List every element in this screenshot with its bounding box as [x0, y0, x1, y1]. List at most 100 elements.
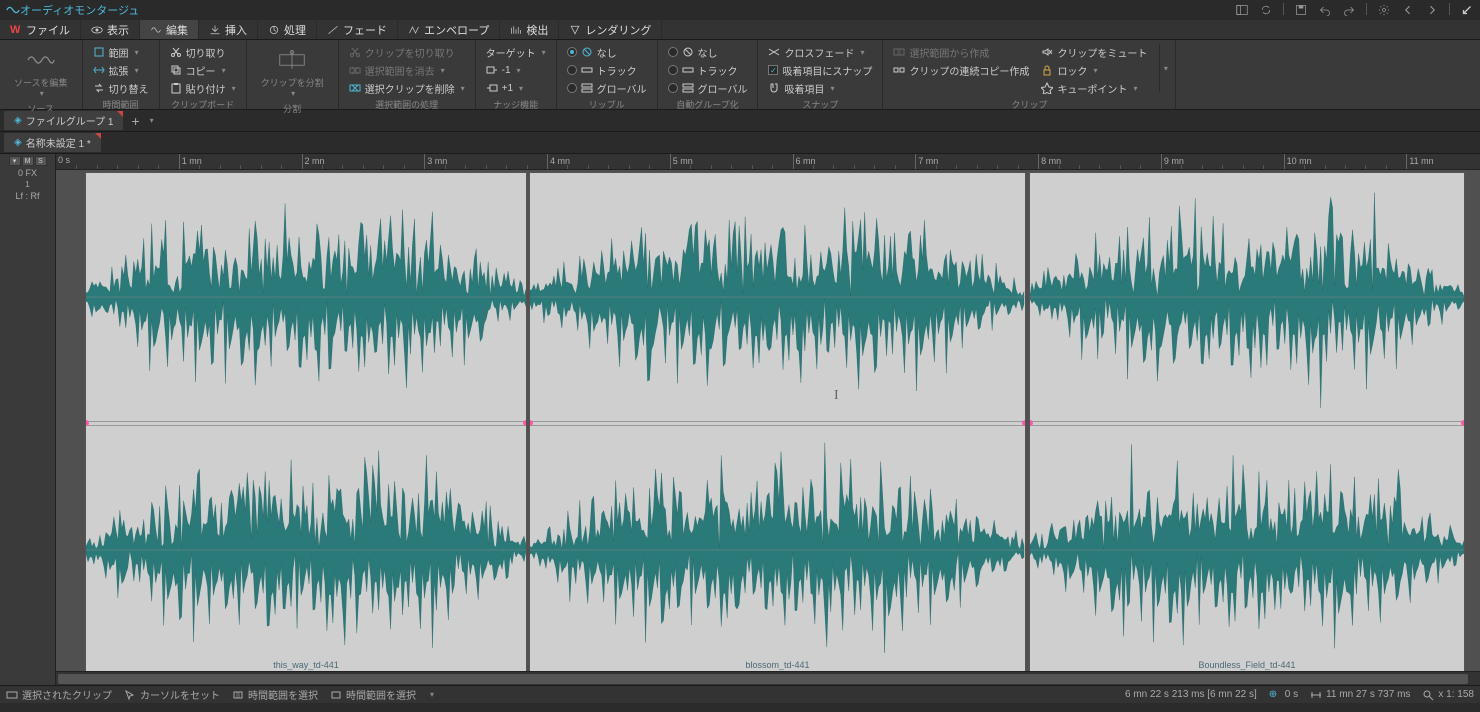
snap-magnets-check[interactable]: ✓吸着項目にスナップ	[764, 62, 876, 78]
scissors-icon	[349, 46, 361, 58]
edit-source-button[interactable]: ソースを編集 ▾	[6, 44, 76, 100]
nudge-right-icon	[486, 82, 498, 94]
audio-clip[interactable]: blossom_td-441	[529, 172, 1026, 673]
ripple-global-radio[interactable]: グローバル	[563, 80, 651, 96]
extend-button[interactable]: 拡張▾	[89, 62, 153, 78]
paste-button[interactable]: 貼り付け▾	[166, 80, 240, 96]
status-cursor: カーソルをセット	[124, 687, 220, 702]
window-title: オーディオモンタージュ	[20, 2, 1235, 18]
crossfade-button[interactable]: クロスフェード▾	[764, 44, 876, 60]
nudge-minus-button[interactable]: -1▾	[482, 62, 550, 78]
status-dropdown[interactable]: ▾	[428, 690, 434, 699]
position-icon: ⊕	[1269, 689, 1281, 701]
montage-icon: ◈	[14, 115, 22, 126]
track-icon	[581, 64, 593, 76]
delete-sel-clip-button[interactable]: 選択クリップを削除▾	[345, 80, 469, 96]
ripple-track-radio[interactable]: トラック	[563, 62, 651, 78]
radio-icon	[567, 83, 577, 93]
magnet-icon	[768, 82, 780, 94]
filegroup-tabs: ◈ ファイルグループ 1 + ▾	[0, 110, 1480, 132]
filegroup-tab[interactable]: ◈ ファイルグループ 1	[4, 111, 123, 130]
menu-file[interactable]: Wファイル	[0, 20, 81, 39]
split-clip-button[interactable]: クリップを分割 ▾	[253, 44, 332, 100]
hscroll-thumb[interactable]	[58, 674, 1468, 684]
chain-copy-button[interactable]: クリップの連続コピー作成	[889, 62, 1033, 78]
magnets-button[interactable]: 吸着項目▾	[764, 80, 876, 96]
filegroup-dropdown[interactable]: ▾	[150, 116, 154, 125]
statusbar: 選択されたクリップ カーソルをセット 時間範囲を選択 時間範囲を選択 ▾ 6 m…	[0, 685, 1480, 703]
wave-icon	[27, 46, 55, 74]
extend-icon	[93, 64, 105, 76]
menu-insert[interactable]: 挿入	[199, 20, 258, 39]
range-button[interactable]: 範囲▾	[89, 44, 153, 60]
ruler-start: 0 s	[58, 155, 70, 165]
add-filegroup-button[interactable]: +	[127, 113, 143, 129]
layout-icon[interactable]	[1235, 3, 1249, 17]
ruler[interactable]: 0 s 1 mn2 mn3 mn4 mn5 mn6 mn7 mn8 mn9 mn…	[56, 154, 1480, 170]
menu-envelope[interactable]: エンベロープ	[398, 20, 500, 39]
fade-icon	[327, 24, 339, 36]
menu-view[interactable]: 表示	[81, 20, 140, 39]
ripple-none-radio[interactable]: なし	[563, 44, 651, 60]
undo-icon[interactable]	[1318, 3, 1332, 17]
cuepoint-button[interactable]: キューポイント▾	[1037, 80, 1151, 96]
solo-button[interactable]: S	[35, 156, 47, 166]
cut-clip-button: クリップを切り取り	[345, 44, 469, 60]
autogroup-global-radio[interactable]: グローバル	[664, 80, 752, 96]
group-label-nudge: ナッジ機能	[482, 96, 550, 113]
modified-indicator	[95, 133, 101, 139]
menu-edit[interactable]: 編集	[140, 20, 199, 39]
ag-none-icon	[682, 46, 694, 58]
tracks[interactable]: this_way_td-441blossom_td-441Boundless_F…	[56, 170, 1480, 671]
nudge-plus-button[interactable]: +1▾	[482, 80, 550, 96]
nudge-target-button[interactable]: ターゲット▾	[482, 44, 550, 60]
clip-group-expand[interactable]: ▾	[1164, 64, 1168, 73]
swap-button[interactable]: 切り替え	[89, 80, 153, 96]
group-label-autogroup: 自動グループ化	[664, 96, 752, 113]
waveform	[530, 426, 1025, 673]
mute-button[interactable]: M	[22, 156, 34, 166]
length-icon	[1310, 689, 1322, 701]
mute-clip-button[interactable]: クリップをミュート	[1037, 44, 1151, 60]
save-icon[interactable]	[1294, 3, 1308, 17]
radio-icon	[668, 47, 678, 57]
autogroup-none-radio[interactable]: なし	[664, 44, 752, 60]
status-cursor-pos: ⊕0 s	[1269, 689, 1298, 701]
detect-icon	[510, 24, 522, 36]
menu-render[interactable]: レンダリング	[559, 20, 662, 39]
menu-process[interactable]: 処理	[258, 20, 317, 39]
file-tab[interactable]: ◈ 名称未設定 1 *	[4, 133, 101, 152]
hscrollbar[interactable]	[56, 671, 1480, 685]
eye-icon	[91, 24, 103, 36]
sync-icon[interactable]	[1259, 3, 1273, 17]
cursor-icon	[124, 689, 136, 701]
copy-button[interactable]: コピー▾	[166, 62, 240, 78]
lock-button[interactable]: ロック▾	[1037, 62, 1151, 78]
audio-clip[interactable]: this_way_td-441	[85, 172, 527, 673]
cut-button[interactable]: 切り取り	[166, 44, 240, 60]
swap-icon	[93, 82, 105, 94]
settings-icon[interactable]	[1377, 3, 1391, 17]
status-sel-range-2: 時間範囲を選択	[330, 687, 416, 702]
group-label-selection: 選択範囲の処理	[345, 96, 469, 113]
lock-icon	[1041, 64, 1053, 76]
waveform	[86, 426, 526, 673]
track-menu-button[interactable]: ▾	[9, 156, 21, 166]
fx-label[interactable]: 0 FX	[18, 168, 37, 178]
checkbox-icon: ✓	[768, 65, 778, 75]
back-icon[interactable]	[1401, 3, 1415, 17]
forward-icon[interactable]	[1425, 3, 1439, 17]
waveform	[1030, 426, 1464, 673]
menu-fade[interactable]: フェード	[317, 20, 398, 39]
audio-clip[interactable]: Boundless_Field_td-441	[1029, 172, 1465, 673]
render-icon	[569, 24, 581, 36]
track-number: 1	[25, 180, 29, 189]
menu-detect[interactable]: 検出	[500, 20, 559, 39]
redo-icon[interactable]	[1342, 3, 1356, 17]
radio-icon	[567, 65, 577, 75]
ruler-mark: 11 mn	[1406, 154, 1433, 169]
ripple-none-icon	[581, 46, 593, 58]
menubar: Wファイル 表示 編集 挿入 処理 フェード エンベロープ 検出 レンダリング	[0, 20, 1480, 40]
autogroup-track-radio[interactable]: トラック	[664, 62, 752, 78]
collapse-icon[interactable]	[1460, 3, 1474, 17]
